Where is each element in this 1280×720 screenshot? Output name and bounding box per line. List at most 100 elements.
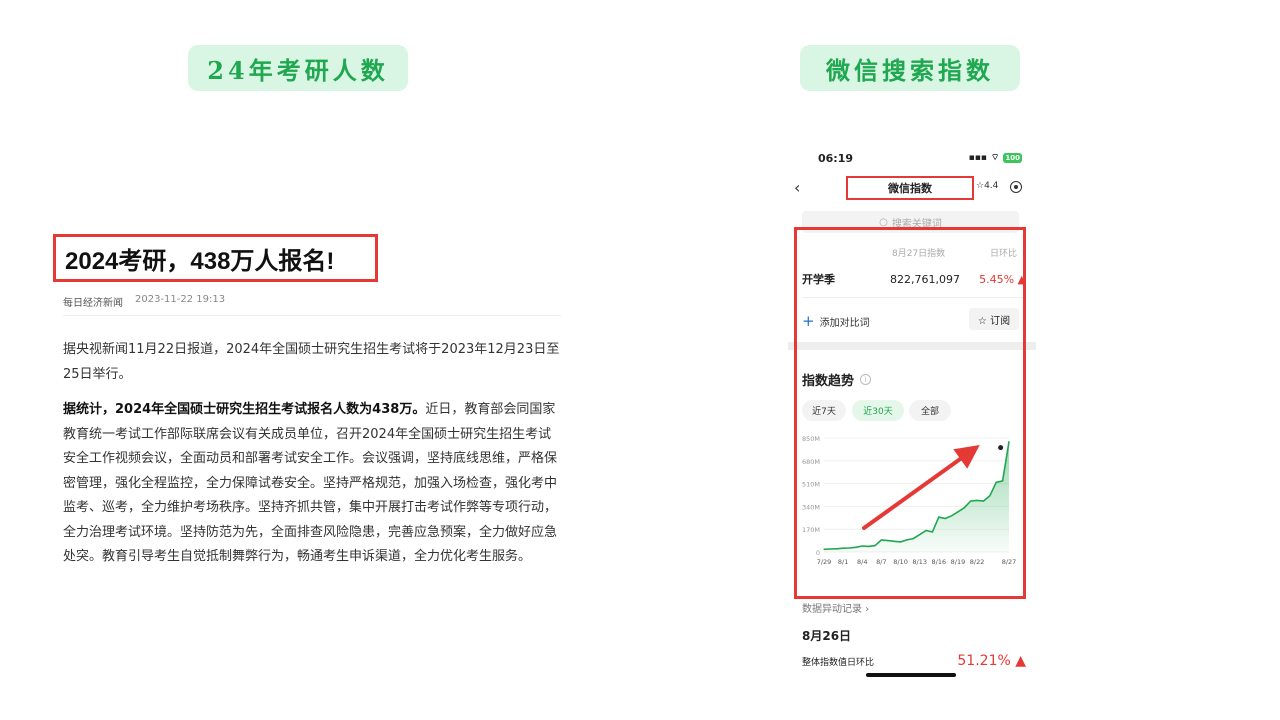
chart-point: [919, 533, 921, 536]
row-divider: [802, 297, 1026, 298]
y-tick-label: 340M: [802, 503, 820, 511]
add-compare-label: 添加对比词: [819, 317, 870, 329]
article-time: 2023-11-22 19:13: [135, 294, 226, 305]
right-heading-pill: 微信搜索指数: [800, 45, 1020, 91]
range-all-button[interactable]: 全部: [909, 400, 951, 421]
info-icon[interactable]: i: [860, 374, 872, 385]
x-tick-label: 8/27: [1002, 558, 1017, 566]
chart-point: [906, 539, 908, 541]
index-trend-chart: 0 170M 340M 510M 680M 850M 7/29 8/1 8/4 8/7 8/10 8/…: [802, 435, 1017, 566]
chart-point: [976, 499, 978, 501]
overall-change-row: 整体指数值日环比 51.21% ▲: [802, 653, 1026, 669]
y-tick-label: 510M: [802, 481, 820, 489]
chart-point: [931, 531, 934, 533]
chart-point: [861, 545, 863, 547]
search-icon: ○: [879, 216, 888, 228]
article-paragraph-2-rest: 近日，教育部会同国家教育统一考试工作部际联席会议有关成员单位，召开2024年全国…: [63, 402, 558, 564]
chart-point: [963, 507, 965, 509]
plus-icon: +: [802, 312, 815, 330]
battery-icon: 100: [1003, 152, 1022, 163]
overall-change-value: 51.21% ▲: [957, 653, 1026, 669]
chart-point: [893, 540, 895, 542]
trend-title-text: 指数趋势: [802, 374, 855, 389]
search-input[interactable]: ○ 搜索关键词: [802, 211, 1019, 233]
x-tick-label: 8/16: [932, 558, 947, 566]
x-tick-label: 8/22: [970, 558, 985, 566]
chart-point: [848, 547, 851, 549]
chart-point: [829, 548, 831, 550]
article-body: 据央视新闻11月22日报道，2024年全国硕士研究生招生考试将于2023年12月…: [63, 338, 563, 581]
anomaly-date: 8月26日: [802, 629, 852, 643]
chart-point: [1008, 441, 1010, 443]
change-column-header: 日环比: [990, 249, 1018, 259]
keyword-name: 开学季: [802, 273, 835, 286]
chart-selected-marker: [998, 445, 1004, 451]
chart-point: [995, 481, 997, 483]
article-divider: [63, 315, 561, 316]
x-tick-label: 8/7: [876, 558, 886, 566]
keyword-index-value: 822,761,097: [890, 272, 960, 286]
chart-point: [982, 500, 985, 502]
rating-star[interactable]: ☆4.4: [976, 181, 998, 191]
chart-point: [880, 539, 883, 541]
chart-point: [970, 500, 972, 502]
target-icon[interactable]: [1010, 181, 1022, 193]
article-paragraph-2: 据统计，2024年全国硕士研究生招生考试报名人数为438万。近日，教育部会同国家…: [63, 398, 563, 570]
chart-point: [950, 515, 953, 517]
chart-point: [899, 541, 902, 543]
left-heading-pill: 24年考研人数: [188, 45, 408, 91]
y-tick-label: 170M: [802, 526, 820, 534]
x-tick-label: 8/13: [912, 558, 927, 566]
range-7-days-button[interactable]: 近7天: [802, 400, 846, 421]
trend-section-title: 指数趋势 i: [802, 370, 872, 389]
article-paragraph-1: 据央视新闻11月22日报道，2024年全国硕士研究生招生考试将于2023年12月…: [63, 342, 560, 382]
y-tick-label: 850M: [802, 435, 820, 443]
signal-icon: ▪▪▪: [968, 152, 987, 163]
x-tick-label: 8/10: [893, 558, 908, 566]
chart-point: [874, 544, 876, 547]
keyword-day-change: 5.45% ▲: [979, 272, 1026, 286]
chart-point: [855, 546, 857, 548]
chart-point: [912, 537, 914, 540]
subscribe-button[interactable]: ☆ 订阅: [969, 308, 1019, 330]
chart-point: [887, 540, 889, 542]
range-30-days-button[interactable]: 近30天: [852, 400, 904, 421]
article-source[interactable]: 每日经济新闻: [63, 294, 123, 309]
nav-bar: ‹ 微信指数 ☆4.4: [788, 176, 1036, 202]
x-tick-label: 8/1: [838, 558, 848, 566]
y-tick-label: 0: [816, 549, 820, 557]
add-compare-button[interactable]: + 添加对比词: [802, 312, 870, 330]
article-paragraph-2-lead: 据统计，2024年全国硕士研究生招生考试报名人数为438万。: [63, 402, 426, 417]
section-separator: [788, 342, 1036, 350]
article-meta: 每日经济新闻 2023-11-22 19:13: [63, 294, 225, 309]
chart-point: [957, 511, 959, 513]
x-tick-label: 8/4: [857, 558, 867, 566]
chart-point: [836, 548, 838, 550]
chart-area-fill: [824, 441, 1009, 552]
overall-change-label: 整体指数值日环比: [802, 657, 875, 668]
article-title-frame: 2024考研，438万人报名!: [53, 234, 378, 282]
status-time: 06:19: [818, 152, 854, 165]
x-tick-label: 7/29: [817, 558, 832, 566]
index-column-header: 8月27日指数: [892, 249, 946, 259]
back-icon[interactable]: ‹: [794, 178, 800, 197]
chart-point: [842, 547, 844, 549]
phone-screen: 06:19 ▪▪▪ ⌔ 100 ‹ 微信指数 ☆4.4 ○ 搜索关键词 8月27…: [788, 140, 1036, 682]
keyword-row[interactable]: 开学季 822,761,097 5.45% ▲: [802, 269, 1026, 289]
home-indicator: [866, 673, 956, 677]
anomaly-record-link[interactable]: 数据异动记录 ›: [802, 600, 869, 615]
y-tick-label: 680M: [802, 458, 820, 466]
x-tick-label: 8/19: [951, 558, 966, 566]
status-icons: ▪▪▪ ⌔ 100: [969, 152, 1022, 163]
chart-point: [989, 495, 991, 497]
wifi-icon: ⌔: [990, 153, 1000, 163]
chart-point: [1002, 480, 1004, 482]
chart-point: [938, 516, 940, 518]
chart-point: [944, 517, 946, 520]
status-bar: 06:19 ▪▪▪ ⌔ 100: [788, 152, 1036, 168]
search-placeholder: 搜索关键词: [891, 218, 942, 230]
chart-point: [925, 529, 927, 532]
chart-point: [868, 545, 870, 547]
article-title: 2024考研，438万人报名!: [65, 247, 335, 275]
nav-title: 微信指数: [846, 176, 974, 200]
